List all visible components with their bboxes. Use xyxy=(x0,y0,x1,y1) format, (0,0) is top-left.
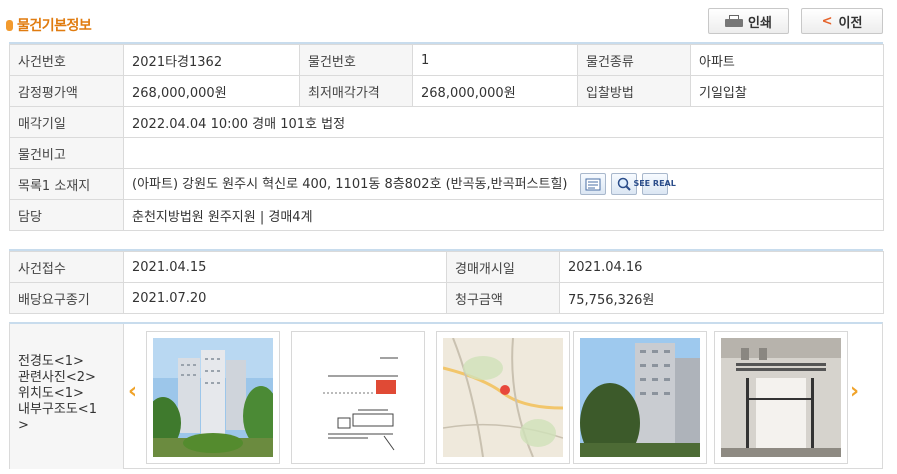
bid-method-value: 기일입찰 xyxy=(690,75,884,107)
table-row: 담당 춘천지방법원 원주지원 | 경매4계 xyxy=(9,199,884,231)
photo-category-related[interactable]: 관련사진<2> xyxy=(18,370,123,386)
back-label: 이전 xyxy=(838,15,863,31)
table-row: 감정평가액 268,000,000원 최저매각가격 268,000,000원 입… xyxy=(9,75,884,107)
table-row: 물건비고 xyxy=(9,137,884,169)
table-row: 목록1 소재지 (아파트) 강원도 원주시 혁신로 400, 1101동 8층8… xyxy=(9,168,884,200)
page-title: 물건기본정보 xyxy=(17,18,92,34)
sale-date-label: 매각기일 xyxy=(9,106,124,138)
table-row: 배당요구종기 2021.07.20 청구금액 75,756,326원 xyxy=(9,282,884,314)
chevron-left-icon[interactable]: ‹ xyxy=(128,379,137,404)
remarks-value xyxy=(123,137,884,169)
chevron-right-icon[interactable]: › xyxy=(850,379,859,404)
charge-label: 담당 xyxy=(9,199,124,231)
remarks-label: 물건비고 xyxy=(9,137,124,169)
address-cell: (아파트) 강원도 원주시 혁신로 400, 1101동 8층802호 (반곡동… xyxy=(123,168,884,200)
apartment-front-photo[interactable] xyxy=(146,331,280,464)
receipt-value: 2021.04.15 xyxy=(123,251,447,283)
appraisal-label: 감정평가액 xyxy=(9,75,124,107)
basic-info-table: 사건번호 2021타경1362 물건번호 1 물건종류 아파트 감정평가액 26… xyxy=(9,44,884,231)
charge-value: 춘천지방법원 원주지원 | 경매4계 xyxy=(123,199,884,231)
min-price-label: 최저매각가격 xyxy=(299,75,413,107)
min-price-value: 268,000,000원 xyxy=(412,75,578,107)
start-label: 경매개시일 xyxy=(446,251,560,283)
location-map[interactable] xyxy=(436,331,570,464)
item-type-label: 물건종류 xyxy=(577,44,691,76)
print-button[interactable]: 인쇄 xyxy=(708,8,789,34)
see-real-icon[interactable]: SEE REAL xyxy=(633,173,676,196)
deadline-label: 배당요구종기 xyxy=(9,282,124,314)
photo-category-interior[interactable]: 내부구조도<1 xyxy=(18,402,123,418)
chevron-left-icon: < xyxy=(821,13,833,29)
photo-category-location[interactable]: 위치도<1> xyxy=(18,386,123,402)
bid-method-label: 입찰방법 xyxy=(577,75,691,107)
deadline-value: 2021.07.20 xyxy=(123,282,447,314)
item-type-value: 아파트 xyxy=(690,44,884,76)
item-no-label: 물건번호 xyxy=(299,44,413,76)
apartment-building-photo[interactable] xyxy=(573,331,707,464)
item-no-value: 1 xyxy=(412,44,578,76)
photo-gallery: 전경도<1> 관련사진<2> 위치도<1> 내부구조도<1 > ‹ › xyxy=(9,322,883,469)
address-label: 목록1 소재지 xyxy=(9,168,124,200)
table-row: 사건접수 2021.04.15 경매개시일 2021.04.16 xyxy=(9,251,884,283)
case-no-label: 사건번호 xyxy=(9,44,124,76)
bullet-icon xyxy=(6,19,13,31)
sale-date-value: 2022.04.04 10:00 경매 101호 법정 xyxy=(123,106,884,138)
table-row: 사건번호 2021타경1362 물건번호 1 물건종류 아파트 xyxy=(9,44,884,76)
start-value: 2021.04.16 xyxy=(559,251,884,283)
dates-table: 사건접수 2021.04.15 경매개시일 2021.04.16 배당요구종기 … xyxy=(9,251,884,314)
photo-category-interior-cont: > xyxy=(18,418,29,433)
receipt-label: 사건접수 xyxy=(9,251,124,283)
table-row: 매각기일 2022.04.04 10:00 경매 101호 법정 xyxy=(9,106,884,138)
back-button[interactable]: < 이전 xyxy=(801,8,883,34)
photo-categories: 전경도<1> 관련사진<2> 위치도<1> 내부구조도<1 > xyxy=(10,324,124,469)
case-no-value: 2021타경1362 xyxy=(123,44,300,76)
print-label: 인쇄 xyxy=(748,15,772,31)
document-icon[interactable] xyxy=(579,173,606,196)
stairwell-photo[interactable] xyxy=(714,331,848,464)
floor-plan-drawing[interactable] xyxy=(291,331,425,464)
address-value: (아파트) 강원도 원주시 혁신로 400, 1101동 8층802호 (반곡동… xyxy=(132,176,568,192)
appraisal-value: 268,000,000원 xyxy=(123,75,300,107)
printer-icon xyxy=(725,14,744,28)
claim-label: 청구금액 xyxy=(446,282,560,314)
section-title: 물건기본정보 xyxy=(6,14,92,36)
photo-category-front[interactable]: 전경도<1> xyxy=(18,354,123,370)
claim-value: 75,756,326원 xyxy=(559,282,884,314)
